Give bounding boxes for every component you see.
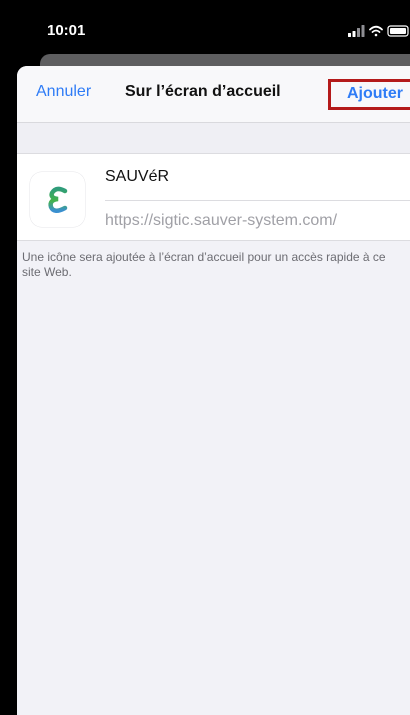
- bookmark-name-field[interactable]: SAUVéR: [105, 168, 169, 186]
- cellular-signal-icon: [348, 25, 365, 37]
- section-spacer: [17, 123, 410, 153]
- cancel-button[interactable]: Annuler: [36, 83, 91, 101]
- add-button[interactable]: Ajouter: [347, 85, 403, 103]
- battery-icon: [387, 25, 409, 37]
- add-to-home-sheet: Annuler Sur l’écran d’accueil Ajouter SA…: [17, 66, 410, 715]
- bookmark-url: https://sigtic.sauver-system.com/: [105, 212, 338, 229]
- add-button-highlight: Ajouter: [328, 79, 410, 110]
- divider: [105, 200, 410, 201]
- wifi-icon: [369, 25, 383, 37]
- status-time: 10:01: [47, 22, 86, 39]
- page-title: Sur l’écran d’accueil: [125, 83, 281, 100]
- status-bar: 10:01: [0, 0, 410, 50]
- status-icons: [348, 24, 410, 38]
- info-note: Une icône sera ajoutée à l’écran d’accue…: [22, 250, 386, 279]
- sauver-logo-icon: [30, 172, 85, 227]
- navigation-bar: Annuler Sur l’écran d’accueil Ajouter: [17, 66, 410, 123]
- bookmark-entry: SAUVéR https://sigtic.sauver-system.com/: [17, 153, 410, 241]
